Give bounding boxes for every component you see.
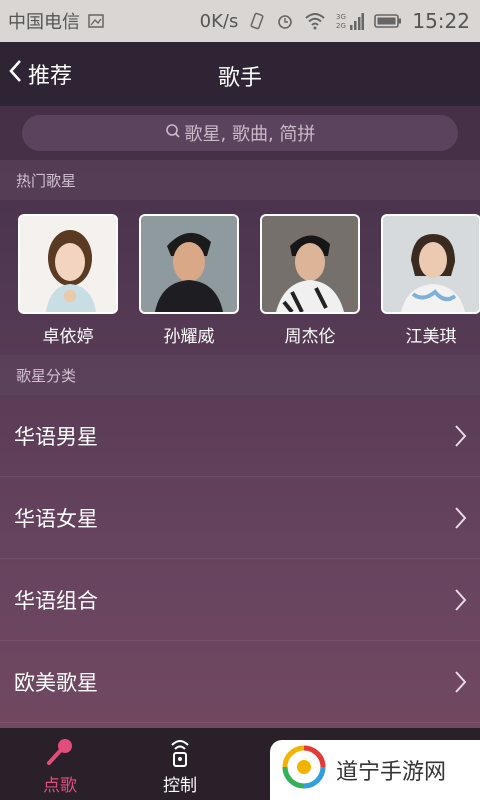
chevron-left-icon — [8, 59, 22, 89]
chevron-right-icon — [454, 506, 468, 530]
singer-avatar — [381, 214, 480, 314]
signal-icon: 3G 2G — [336, 11, 365, 31]
singer-avatar — [18, 214, 118, 314]
singer-avatar — [139, 214, 239, 314]
network-type-3g: 3G — [336, 13, 346, 21]
singer-card[interactable]: 卓依婷 — [18, 214, 118, 347]
chevron-right-icon — [454, 424, 468, 448]
singer-name: 孙耀威 — [163, 327, 215, 347]
alarm-icon — [276, 12, 294, 30]
singer-card[interactable]: 江美琪 — [381, 214, 480, 347]
top-nav-bar: 推荐 歌手 — [0, 42, 480, 106]
search-placeholder: 歌星, 歌曲, 简拼 — [184, 124, 316, 145]
category-label: 华语组合 — [14, 588, 98, 613]
back-button[interactable]: 推荐 — [8, 56, 72, 92]
battery-icon — [374, 13, 402, 29]
category-header: 歌星分类 — [0, 355, 480, 395]
back-label: 推荐 — [28, 64, 73, 89]
vibrate-icon — [248, 12, 266, 30]
carrier-label: 中国电信 — [8, 12, 80, 33]
singer-card[interactable]: 周杰伦 — [260, 214, 360, 347]
network-speed: 0K/s — [199, 10, 239, 32]
watermark-text: 道宁手游网 — [336, 760, 447, 785]
watermark-logo-icon — [282, 745, 326, 795]
singer-name: 江美琪 — [405, 327, 457, 347]
tab-label: 点歌 — [43, 776, 77, 796]
network-type-2g: 2G — [336, 22, 346, 30]
singer-name: 周杰伦 — [284, 327, 336, 347]
image-notification-icon — [88, 13, 104, 29]
status-bar: 中国电信 0K/s 3G 2G 15:22 — [0, 0, 480, 42]
category-label: 欧美歌星 — [14, 670, 98, 695]
category-item[interactable]: 华语女星 — [0, 477, 480, 559]
chevron-right-icon — [454, 588, 468, 612]
singer-name: 卓依婷 — [42, 327, 94, 347]
tab-song-request[interactable]: 点歌 — [0, 728, 120, 800]
watermark-badge: 道宁手游网 — [270, 740, 480, 800]
category-label: 华语女星 — [14, 506, 98, 531]
hot-singers-header: 热门歌星 — [0, 160, 480, 200]
chevron-right-icon — [454, 670, 468, 694]
category-item[interactable]: 华语男星 — [0, 395, 480, 477]
microphone-icon — [44, 735, 76, 769]
wifi-icon — [304, 12, 326, 30]
clock: 15:22 — [412, 9, 470, 33]
category-item[interactable]: 华语组合 — [0, 559, 480, 641]
tab-label: 控制 — [163, 776, 197, 796]
singer-card[interactable]: 孙耀威 — [139, 214, 239, 347]
category-item[interactable]: 欧美歌星 — [0, 641, 480, 723]
category-label: 华语男星 — [14, 424, 98, 449]
search-icon — [165, 123, 181, 144]
singer-avatar — [260, 214, 360, 314]
hot-singers-row: 卓依婷 孙耀威 周杰伦 江美琪 — [0, 200, 480, 354]
search-input[interactable]: 歌星, 歌曲, 简拼 — [22, 115, 458, 151]
search-area: 歌星, 歌曲, 简拼 — [0, 106, 480, 160]
remote-icon — [164, 735, 196, 769]
tab-control[interactable]: 控制 — [120, 728, 240, 800]
